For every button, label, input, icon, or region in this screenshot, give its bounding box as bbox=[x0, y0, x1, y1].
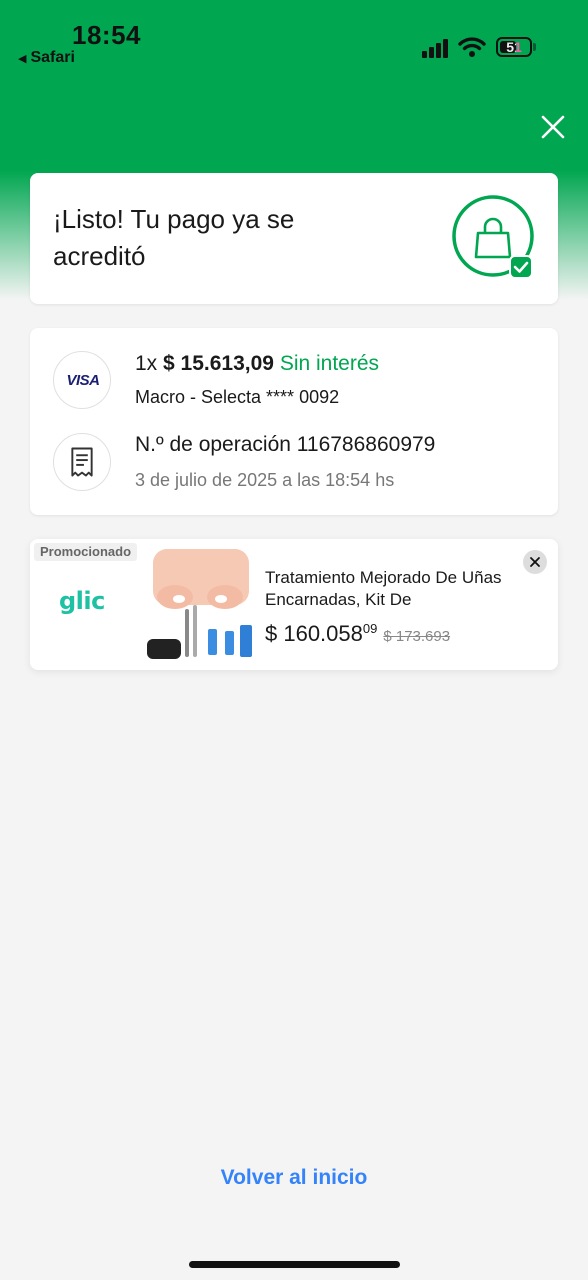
payment-success-card: ¡Listo! Tu pago ya se acreditó bbox=[30, 173, 558, 304]
back-app-label: Safari bbox=[30, 49, 75, 66]
installments: 1x bbox=[135, 352, 158, 375]
shopping-bag-check-icon bbox=[452, 195, 534, 279]
payment-detail-card: VISA 1x $ 15.613,09 Sin interés Macro - … bbox=[30, 328, 558, 515]
battery-cap bbox=[533, 43, 536, 51]
ad-close-button[interactable] bbox=[523, 550, 547, 574]
interest-label: Sin interés bbox=[279, 352, 380, 375]
cellular-signal-icon bbox=[422, 38, 452, 58]
price-main: $ 160.058 bbox=[265, 621, 363, 646]
payment-amount: $ 15.613,09 bbox=[163, 352, 274, 375]
success-title: ¡Listo! Tu pago ya se acreditó bbox=[53, 204, 295, 271]
close-icon bbox=[530, 557, 540, 567]
visa-card-icon: VISA bbox=[53, 351, 111, 409]
back-arrow-icon: ◀ bbox=[18, 53, 27, 65]
operation-date: 3 de julio de 2025 a las 18:54 hs bbox=[135, 470, 395, 490]
card-detail: Macro - Selecta **** 0092 bbox=[135, 387, 340, 407]
status-time: 18:54 bbox=[72, 20, 141, 50]
product-title[interactable]: Tratamiento Mejorado De Uñas Encarnadas,… bbox=[265, 567, 535, 611]
back-to-app-link[interactable]: ◀ Safari bbox=[18, 49, 75, 67]
price-cents: 09 bbox=[362, 621, 378, 636]
product-price: $ 160.05809 $ 173.693 bbox=[265, 621, 450, 647]
promoted-product-card[interactable]: Promocionado glic Tratamiento Mejorado D… bbox=[30, 539, 558, 670]
battery-icon: 51 bbox=[496, 37, 532, 57]
price-old: $ 173.693 bbox=[383, 628, 451, 645]
close-icon[interactable] bbox=[538, 112, 568, 142]
wifi-icon bbox=[458, 37, 486, 57]
brand-logo: glic bbox=[59, 587, 105, 615]
home-indicator[interactable] bbox=[189, 1261, 400, 1268]
status-bar: 18:54 ◀ Safari 51 bbox=[0, 0, 588, 80]
receipt-icon bbox=[53, 433, 111, 491]
operation-number: N.º de operación 116786860979 bbox=[135, 433, 436, 456]
payment-summary: 1x $ 15.613,09 Sin interés bbox=[135, 352, 379, 376]
back-to-home-link[interactable]: Volver al inicio bbox=[0, 1166, 588, 1190]
card-brand-logo: VISA bbox=[66, 372, 100, 389]
promoted-badge: Promocionado bbox=[34, 543, 138, 561]
product-image bbox=[147, 549, 252, 659]
battery-level: 51 bbox=[506, 39, 522, 55]
